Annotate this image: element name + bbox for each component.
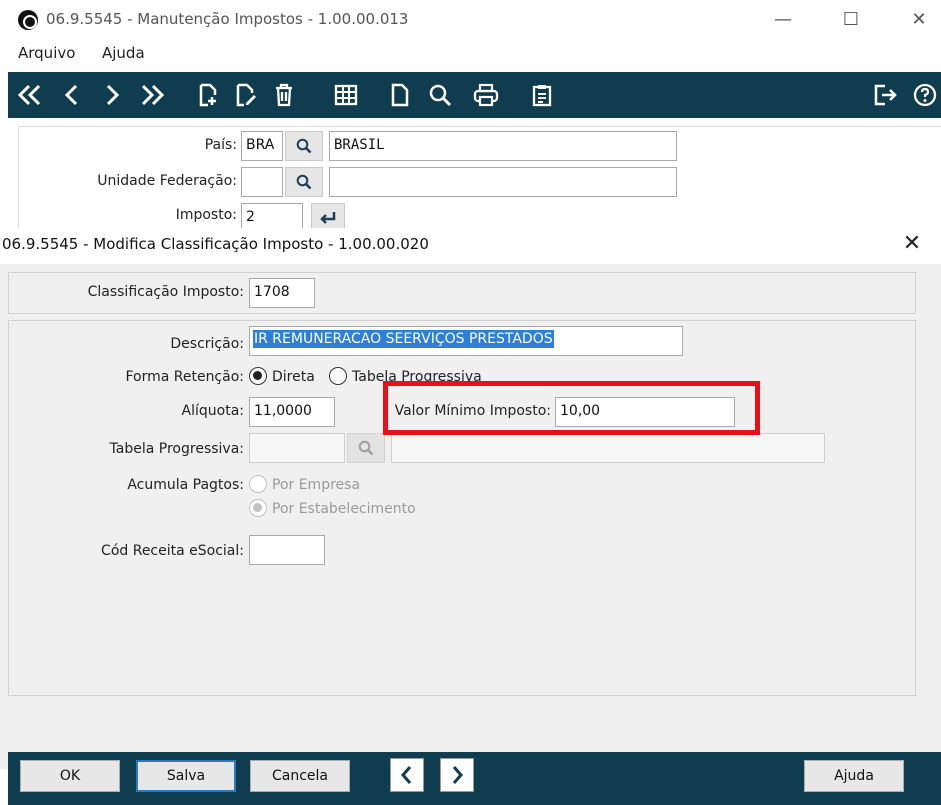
uf-search-button[interactable] [285,167,323,197]
next-record-icon[interactable] [96,79,128,111]
previous-record-icon[interactable] [56,79,88,111]
pais-code-input[interactable]: BRA [241,131,283,161]
aliquota-input[interactable]: 11,0000 [249,397,335,427]
uf-label: Unidade Federação: [97,173,237,189]
classificacao-input[interactable]: 1708 [249,278,315,308]
exit-icon[interactable] [870,79,902,111]
acumula-por-estabelecimento-radio[interactable] [249,499,267,517]
pais-search-button[interactable] [285,131,323,161]
modal-body: Classificação Imposto: 1708 Descrição: I… [0,264,941,805]
print-icon[interactable] [470,79,502,111]
parent-titlebar: 06.9.5545 - Manutenção Impostos - 1.00.0… [0,0,941,40]
next-button[interactable] [440,758,474,792]
menu-ajuda[interactable]: Ajuda [102,44,145,62]
help-icon[interactable] [910,79,940,111]
footer-bar: OK Salva Cancela Ajuda [8,752,941,805]
ok-button[interactable]: OK [20,760,120,792]
modal-close-button[interactable]: ✕ [898,230,926,258]
toolbar [8,72,941,118]
pais-name-input[interactable]: BRASIL [329,131,677,161]
forma-retencao-label: Forma Retenção: [125,369,244,385]
forma-retencao-direta-radio[interactable] [249,367,267,385]
grid-icon[interactable] [330,79,362,111]
maximize-button[interactable]: ☐ [836,6,866,34]
search-icon[interactable] [424,79,456,111]
ajuda-button[interactable]: Ajuda [804,760,904,792]
aliquota-label: Alíquota: [181,403,244,419]
close-window-button[interactable]: ✕ [904,6,934,34]
search-icon [296,174,312,190]
search-icon [358,440,374,456]
cod-receita-input[interactable] [249,535,325,565]
classificacao-panel: Classificação Imposto: 1708 [8,272,916,314]
clipboard-icon[interactable] [526,79,558,111]
enter-icon [320,212,336,224]
tabela-progressiva-desc-input[interactable] [391,433,825,463]
uf-code-input[interactable] [241,167,283,197]
descricao-input[interactable]: IR REMUNERACAO SEERVIÇOS PRESTADOS [249,326,683,356]
parent-window-title: 06.9.5545 - Manutenção Impostos - 1.00.0… [46,10,409,28]
parent-form: País: BRA BRASIL Unidade Federação: Impo… [18,126,941,236]
classificacao-label: Classificação Imposto: [87,284,244,300]
pais-label: País: [204,137,237,153]
acumula-pagtos-label: Acumula Pagtos: [127,477,244,493]
menubar: Arquivo Ajuda [0,42,941,68]
new-record-icon[interactable] [192,79,224,111]
cancela-button[interactable]: Cancela [250,760,350,792]
previous-button[interactable] [390,758,424,792]
menu-arquivo[interactable]: Arquivo [18,44,75,62]
search-icon [296,138,312,154]
copy-record-icon[interactable] [384,79,416,111]
descricao-selected-text: IR REMUNERACAO SEERVIÇOS PRESTADOS [253,330,554,348]
tabela-progressiva-code-input[interactable] [249,433,345,463]
uf-name-input[interactable] [329,167,677,197]
chevron-right-icon [452,766,463,784]
tabela-progressiva-label: Tabela Progressiva: [109,441,244,457]
edit-record-icon[interactable] [230,79,262,111]
imposto-label: Imposto: [175,207,237,223]
descricao-label: Descrição: [170,336,244,352]
chevron-left-icon [401,766,412,784]
forma-retencao-direta-label[interactable]: Direta [272,369,315,385]
app-logo-icon [18,10,38,30]
acumula-por-estabelecimento-label[interactable]: Por Estabelecimento [272,501,416,517]
delete-record-icon[interactable] [268,79,300,111]
modal-dialog: 06.9.5545 - Modifica Classificação Impos… [0,228,941,805]
cod-receita-label: Cód Receita eSocial: [101,543,244,559]
tabela-progressiva-search-button[interactable] [347,433,385,463]
modal-title: 06.9.5545 - Modifica Classificação Impos… [2,235,429,253]
first-record-icon[interactable] [14,79,46,111]
forma-retencao-tabela-radio[interactable] [329,367,347,385]
acumula-por-empresa-radio[interactable] [249,475,267,493]
last-record-icon[interactable] [136,79,168,111]
details-panel: Descrição: IR REMUNERACAO SEERVIÇOS PRES… [8,320,916,696]
highlight-annotation [383,381,760,435]
salva-button[interactable]: Salva [136,760,236,792]
acumula-por-empresa-label[interactable]: Por Empresa [272,477,360,493]
minimize-button[interactable]: — [768,6,798,34]
